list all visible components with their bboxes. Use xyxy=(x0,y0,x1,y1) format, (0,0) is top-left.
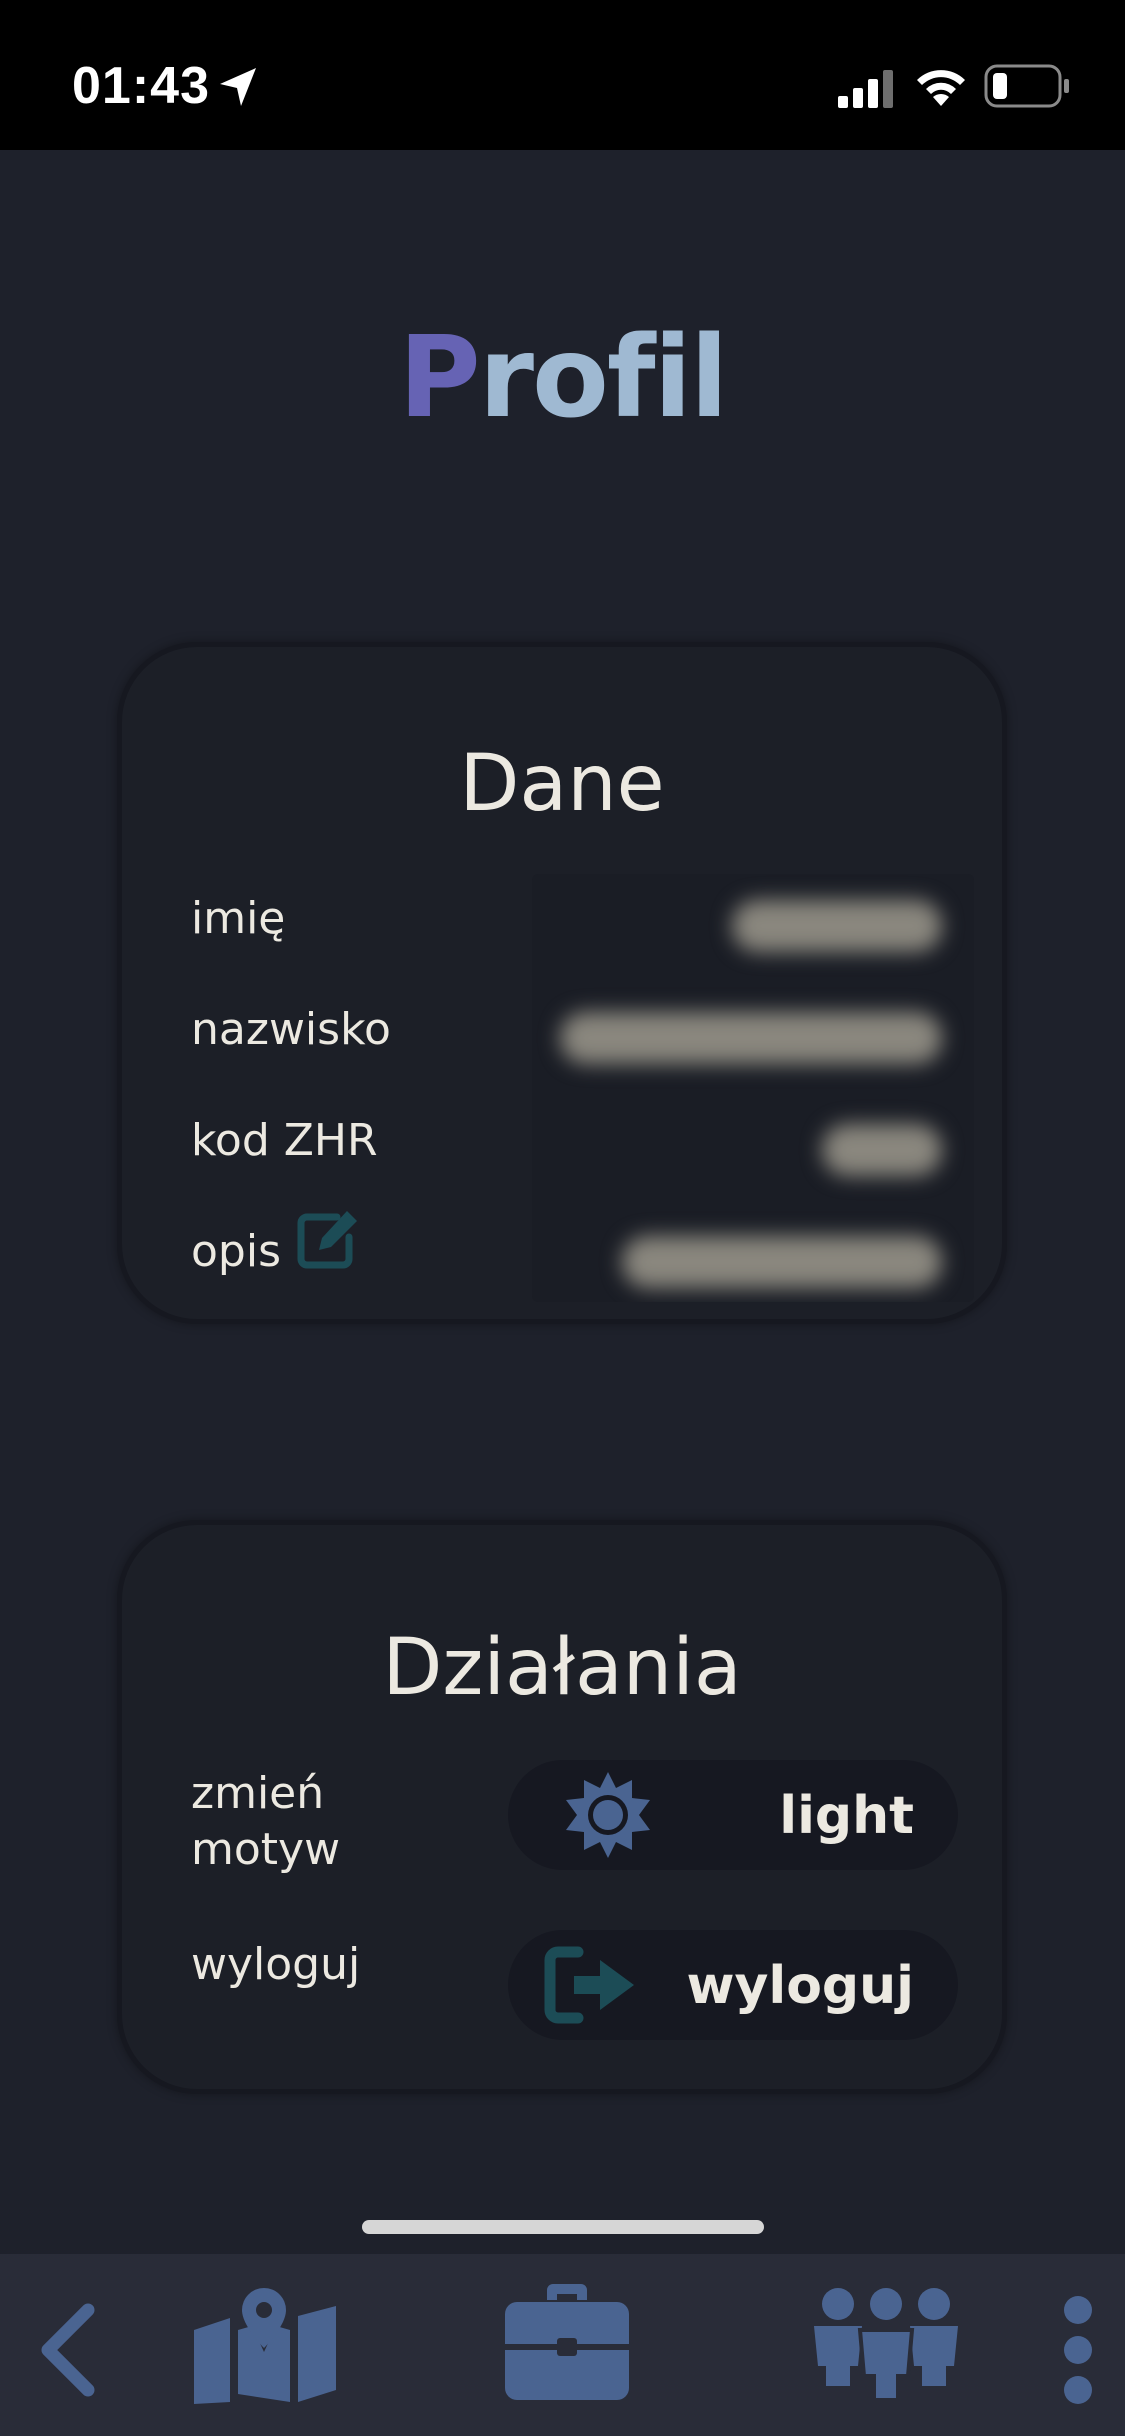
dane-card-title: Dane xyxy=(459,739,665,829)
page-title: Profil xyxy=(0,318,1125,438)
wifi-icon xyxy=(917,70,965,106)
bottom-nav xyxy=(0,2254,1125,2436)
logout-icon xyxy=(544,1946,634,2024)
battery-icon xyxy=(984,64,1069,108)
theme-label: zmień motyw xyxy=(191,1766,340,1878)
status-bar: 01:43 xyxy=(0,0,1125,150)
theme-toggle-button[interactable]: light xyxy=(508,1760,958,1870)
redacted-values xyxy=(532,874,974,1302)
field-label-kod-zhr: kod ZHR xyxy=(191,1115,378,1166)
theme-label-line2: motyw xyxy=(191,1824,341,1875)
field-label-nazwisko: nazwisko xyxy=(191,1004,391,1055)
dzialania-card: Działania zmień motyw light wyloguj wylo… xyxy=(117,1520,1007,2094)
logout-button-label: wyloguj xyxy=(686,1956,914,2016)
redacted-value-opis xyxy=(622,1236,942,1288)
field-label-opis: opis xyxy=(191,1226,281,1277)
redacted-value-imie xyxy=(732,900,942,952)
back-icon[interactable] xyxy=(38,2302,96,2398)
briefcase-icon[interactable] xyxy=(505,2284,629,2400)
logout-button[interactable]: wyloguj xyxy=(508,1930,958,2040)
theme-label-line1: zmień xyxy=(191,1768,325,1819)
page-title-first-letter: P xyxy=(398,313,481,443)
home-indicator[interactable] xyxy=(362,2220,764,2234)
logout-label: wyloguj xyxy=(191,1939,361,1990)
theme-toggle-label: light xyxy=(779,1786,914,1846)
sun-icon xyxy=(566,1772,650,1858)
group-icon[interactable] xyxy=(810,2286,962,2400)
map-icon[interactable] xyxy=(194,2286,336,2404)
field-label-imie: imię xyxy=(191,893,286,944)
page-title-rest: rofil xyxy=(478,313,729,443)
dzialania-card-title: Działania xyxy=(382,1623,742,1713)
edit-icon[interactable] xyxy=(297,1207,363,1269)
status-time: 01:43 xyxy=(72,57,210,115)
redacted-value-kod-zhr xyxy=(822,1124,942,1176)
more-vertical-icon[interactable] xyxy=(1060,2294,1096,2406)
redacted-value-nazwisko xyxy=(560,1012,942,1064)
dane-card: Dane imię nazwisko kod ZHR opis xyxy=(117,642,1007,1324)
location-arrow-icon xyxy=(220,68,256,106)
cellular-signal-icon xyxy=(838,70,893,108)
